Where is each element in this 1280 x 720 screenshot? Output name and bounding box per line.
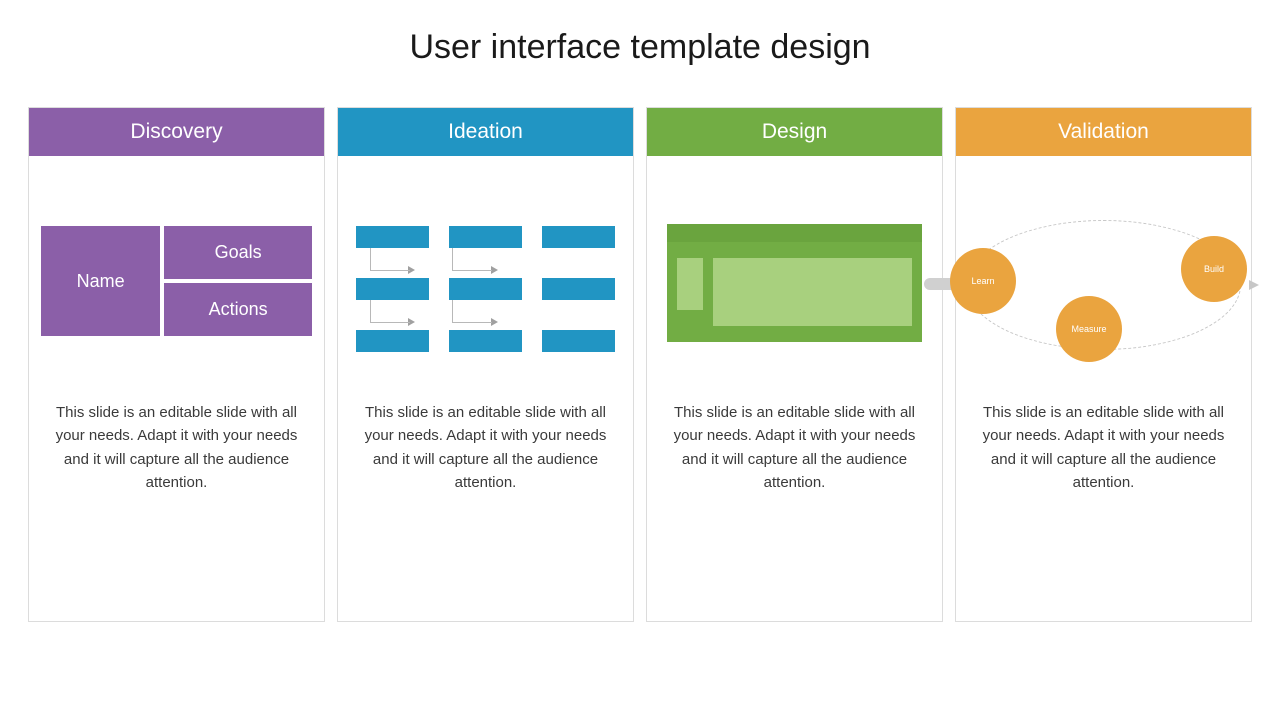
illustration-validation: Learn Build Measure bbox=[956, 156, 1251, 401]
flow-box bbox=[542, 330, 615, 352]
block-actions: Actions bbox=[164, 283, 312, 336]
slide-title: User interface template design bbox=[0, 0, 1280, 67]
column-validation: Validation Learn Build Measure This slid… bbox=[955, 107, 1252, 622]
arrow-icon bbox=[491, 266, 498, 274]
flow-box bbox=[356, 278, 429, 300]
column-body-discovery: This slide is an editable slide with all… bbox=[29, 401, 324, 494]
column-heading-discovery: Discovery bbox=[29, 108, 324, 156]
flow-box bbox=[542, 278, 615, 300]
column-heading-design: Design bbox=[647, 108, 942, 156]
illustration-ideation bbox=[338, 156, 633, 401]
flow-box bbox=[449, 330, 522, 352]
column-discovery: Discovery Name Goals Actions This slide … bbox=[28, 107, 325, 622]
circle-measure: Measure bbox=[1056, 296, 1122, 362]
flow-box bbox=[449, 226, 522, 248]
column-body-validation: This slide is an editable slide with all… bbox=[956, 401, 1251, 494]
arrow-icon bbox=[1249, 280, 1259, 290]
column-ideation: Ideation bbox=[337, 107, 634, 622]
column-heading-validation: Validation bbox=[956, 108, 1251, 156]
column-body-design: This slide is an editable slide with all… bbox=[647, 401, 942, 494]
flow-box bbox=[542, 226, 615, 248]
column-heading-ideation: Ideation bbox=[338, 108, 633, 156]
circle-build: Build bbox=[1181, 236, 1247, 302]
column-design: Design This slide is an editable slide w… bbox=[646, 107, 943, 622]
flow-box bbox=[356, 330, 429, 352]
flow-box bbox=[449, 278, 522, 300]
circle-learn: Learn bbox=[950, 248, 1016, 314]
illustration-design bbox=[647, 156, 942, 401]
block-name: Name bbox=[41, 226, 160, 336]
column-body-ideation: This slide is an editable slide with all… bbox=[338, 401, 633, 494]
block-goals: Goals bbox=[164, 226, 312, 279]
illustration-discovery: Name Goals Actions bbox=[29, 156, 324, 401]
columns-container: Discovery Name Goals Actions This slide … bbox=[0, 67, 1280, 622]
arrow-icon bbox=[491, 318, 498, 326]
flow-box bbox=[356, 226, 429, 248]
